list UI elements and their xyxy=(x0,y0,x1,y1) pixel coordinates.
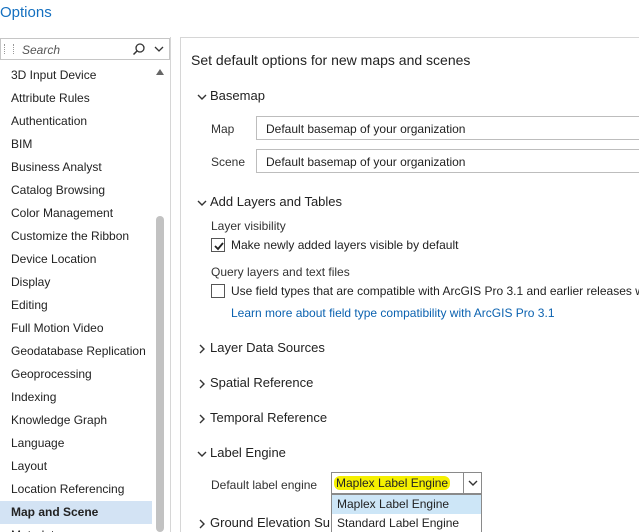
sidebar-item-3d-input-device[interactable]: 3D Input Device xyxy=(0,64,152,87)
chevron-down-icon[interactable] xyxy=(153,43,165,55)
chevron-right-icon xyxy=(199,379,205,389)
section-ground-elevation[interactable]: Ground Elevation Su xyxy=(197,515,330,530)
dropdown-option-standard[interactable]: Standard Label Engine xyxy=(332,514,481,532)
map-basemap-value: Default basemap of your organization xyxy=(266,122,466,136)
section-title: Basemap xyxy=(210,88,265,103)
sidebar-item-knowledge-graph[interactable]: Knowledge Graph xyxy=(0,409,152,432)
label-engine-selected-value: Maplex Label Engine xyxy=(334,476,451,490)
sidebar-item-map-and-scene[interactable]: Map and Scene xyxy=(0,501,152,524)
search-placeholder: Search xyxy=(22,43,61,57)
section-basemap[interactable]: Basemap xyxy=(197,88,265,103)
sidebar-item-geodatabase-replication[interactable]: Geodatabase Replication xyxy=(0,340,152,363)
label-engine-select[interactable]: Maplex Label Engine xyxy=(331,472,482,494)
section-title: Layer Data Sources xyxy=(210,340,325,355)
field-types-label: Use field types that are compatible with… xyxy=(231,284,639,298)
options-sidebar: Search 3D Input Device Attribute Rules A… xyxy=(0,37,171,532)
section-add-layers-and-tables[interactable]: Add Layers and Tables xyxy=(197,194,342,209)
sidebar-item-metadata[interactable]: Metadata xyxy=(0,524,152,532)
visible-by-default-checkbox[interactable] xyxy=(211,238,225,252)
section-title: Spatial Reference xyxy=(210,375,314,390)
sidebar-item-full-motion-video[interactable]: Full Motion Video xyxy=(0,317,152,340)
sidebar-item-device-location[interactable]: Device Location xyxy=(0,248,152,271)
options-content: Set default options for new maps and sce… xyxy=(180,37,639,532)
sidebar-item-layout[interactable]: Layout xyxy=(0,455,152,478)
section-title: Add Layers and Tables xyxy=(210,194,343,209)
sidebar-item-customize-the-ribbon[interactable]: Customize the Ribbon xyxy=(0,225,152,248)
sidebar-item-authentication[interactable]: Authentication xyxy=(0,110,152,133)
chevron-down-icon xyxy=(197,94,207,100)
section-title: Temporal Reference xyxy=(210,410,328,425)
sidebar-item-catalog-browsing[interactable]: Catalog Browsing xyxy=(0,179,152,202)
visible-by-default-label: Make newly added layers visible by defau… xyxy=(231,238,459,252)
dropdown-option-maplex[interactable]: Maplex Label Engine xyxy=(332,495,481,514)
options-category-list: 3D Input Device Attribute Rules Authenti… xyxy=(0,64,152,532)
sidebar-item-indexing[interactable]: Indexing xyxy=(0,386,152,409)
sidebar-item-editing[interactable]: Editing xyxy=(0,294,152,317)
query-layers-label: Query layers and text files xyxy=(211,265,350,279)
sidebar-item-geoprocessing[interactable]: Geoprocessing xyxy=(0,363,152,386)
sidebar-item-bim[interactable]: BIM xyxy=(0,133,152,156)
window-title: Options xyxy=(0,4,52,21)
label-engine-dropdown-list: Maplex Label Engine Standard Label Engin… xyxy=(331,494,482,532)
default-label-engine-label: Default label engine xyxy=(211,478,318,492)
sidebar-item-language[interactable]: Language xyxy=(0,432,152,455)
search-icon[interactable] xyxy=(132,42,146,56)
dropdown-button[interactable] xyxy=(463,473,481,493)
map-basemap-label: Map xyxy=(211,122,235,136)
scroll-up-arrow-icon[interactable] xyxy=(154,67,166,77)
chevron-right-icon xyxy=(199,344,205,354)
chevron-down-icon xyxy=(197,451,207,457)
field-types-checkbox[interactable] xyxy=(211,284,225,298)
scene-basemap-label: Scene xyxy=(211,155,246,169)
section-layer-data-sources[interactable]: Layer Data Sources xyxy=(197,340,325,355)
sidebar-item-business-analyst[interactable]: Business Analyst xyxy=(0,156,152,179)
section-temporal-reference[interactable]: Temporal Reference xyxy=(197,410,327,425)
chevron-down-icon xyxy=(197,200,207,206)
page-title: Set default options for new maps and sce… xyxy=(191,52,471,68)
sidebar-item-attribute-rules[interactable]: Attribute Rules xyxy=(0,87,152,110)
chevron-down-icon xyxy=(468,480,478,486)
search-input[interactable]: Search xyxy=(0,38,170,60)
scene-basemap-select[interactable]: Default basemap of your organization xyxy=(256,149,639,173)
chevron-right-icon xyxy=(199,414,205,424)
field-type-compatibility-link[interactable]: Learn more about field type compatibilit… xyxy=(231,306,555,320)
section-title: Ground Elevation Su xyxy=(210,515,330,530)
drag-grip-icon xyxy=(4,44,14,54)
sidebar-item-display[interactable]: Display xyxy=(0,271,152,294)
sidebar-item-location-referencing[interactable]: Location Referencing xyxy=(0,478,152,501)
section-spatial-reference[interactable]: Spatial Reference xyxy=(197,375,313,390)
checkmark-icon xyxy=(214,242,224,251)
section-label-engine[interactable]: Label Engine xyxy=(197,445,286,460)
map-basemap-select[interactable]: Default basemap of your organization xyxy=(256,116,639,140)
scrollbar-thumb[interactable] xyxy=(156,216,164,532)
chevron-right-icon xyxy=(199,519,205,529)
scene-basemap-value: Default basemap of your organization xyxy=(266,155,466,169)
sidebar-item-color-management[interactable]: Color Management xyxy=(0,202,152,225)
section-title: Label Engine xyxy=(210,445,286,460)
layer-visibility-label: Layer visibility xyxy=(211,219,286,233)
sidebar-scrollbar[interactable] xyxy=(154,64,166,532)
